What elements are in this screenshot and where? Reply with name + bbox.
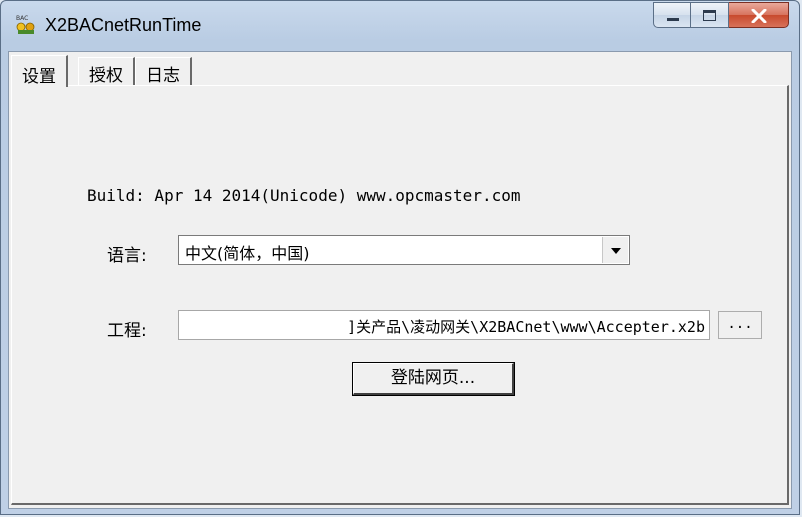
language-value: 中文(简体，中国)	[185, 244, 310, 263]
minimize-icon	[667, 18, 679, 21]
tab-settings[interactable]: 设置	[11, 55, 68, 87]
window-title: X2BACnetRunTime	[45, 15, 202, 35]
project-label: 工程:	[107, 321, 147, 341]
bac-app-icon: BAC	[16, 15, 35, 34]
language-label: 语言:	[107, 246, 147, 266]
window-controls	[653, 2, 789, 30]
tab-strip: 设置 授权 日志	[11, 55, 192, 87]
client-area: 设置 授权 日志 Build: Apr 14 2014(Unicode) www…	[8, 51, 792, 509]
maximize-icon	[703, 10, 716, 21]
close-icon	[751, 9, 767, 23]
login-web-button[interactable]: 登陆网页...	[352, 362, 515, 396]
title-bar[interactable]: BAC X2BACnetRunTime	[1, 1, 799, 47]
tab-log[interactable]: 日志	[135, 57, 192, 86]
language-select[interactable]: 中文(简体，中国)	[178, 235, 630, 265]
chevron-down-icon	[611, 248, 621, 254]
svg-text:BAC: BAC	[16, 15, 28, 22]
language-dropdown-button[interactable]	[602, 237, 628, 263]
project-path-value: ]关产品\凌动网关\X2BACnet\www\Accepter.x2b	[347, 318, 705, 336]
build-info: Build: Apr 14 2014(Unicode) www.opcmaste…	[87, 186, 521, 205]
maximize-button[interactable]	[691, 2, 729, 28]
settings-panel: Build: Apr 14 2014(Unicode) www.opcmaste…	[11, 85, 789, 505]
app-window: BAC X2BACnetRunTime 设置 授权 日志 Build: Apr …	[0, 0, 800, 515]
minimize-button[interactable]	[653, 2, 691, 28]
close-button[interactable]	[729, 2, 789, 28]
browse-button[interactable]: ...	[718, 311, 762, 339]
tab-license[interactable]: 授权	[78, 57, 135, 86]
project-path-input[interactable]: ]关产品\凌动网关\X2BACnet\www\Accepter.x2b	[178, 310, 710, 340]
